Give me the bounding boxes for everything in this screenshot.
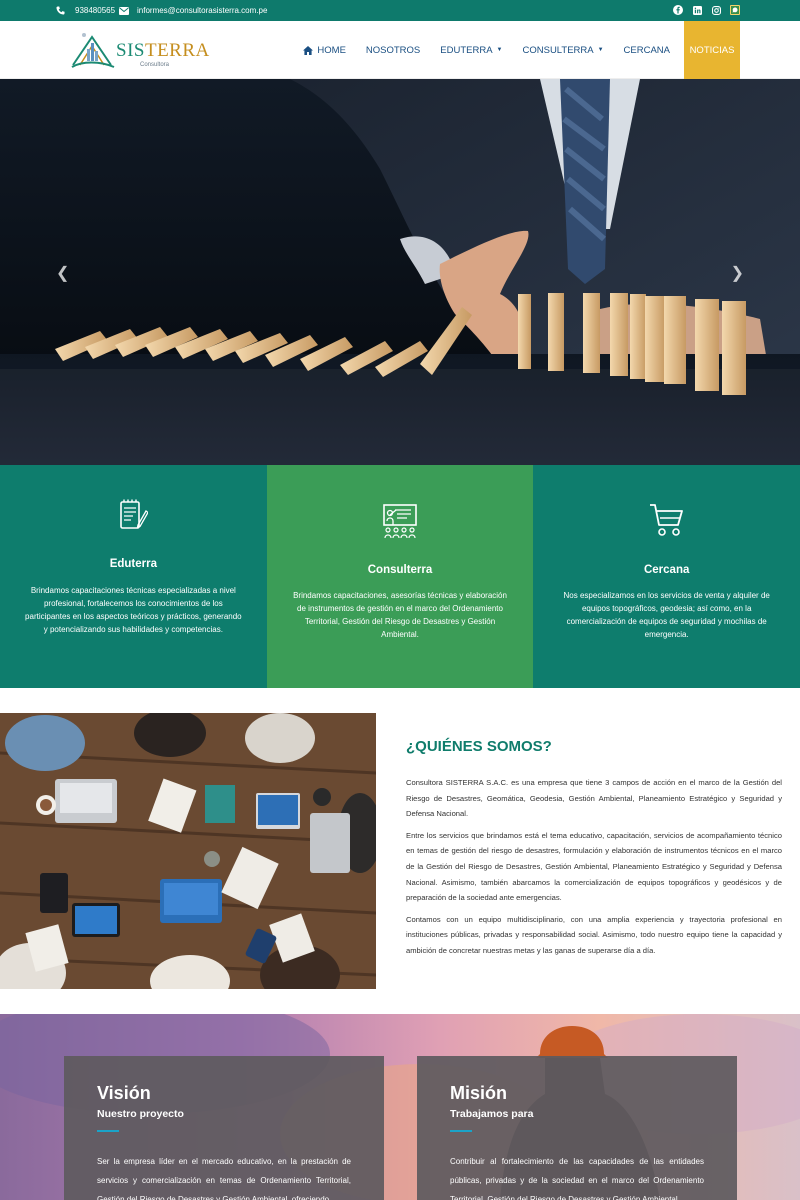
vision-card: Visión Nuestro proyecto Ser la empresa l… [64,1056,384,1200]
top-bar: 938480565 informes@consultorasisterra.co… [0,0,800,21]
nav-eduterra-label: EDUTERRA [440,44,493,56]
vision-mission-section: Visión Nuestro proyecto Ser la empresa l… [0,1014,800,1200]
service-title: Eduterra [109,558,157,570]
sisterra-logo[interactable]: SISTERRA Consultora [70,29,209,71]
phone-number: 938480565 [75,6,116,15]
nav-cercana[interactable]: CERCANA [614,21,680,79]
site-header: SISTERRA Consultora HOME NOSOTROS EDUTER… [0,21,800,79]
linkedin-icon[interactable] [692,5,702,15]
nav-consulterra[interactable]: CONSULTERRA ▼ [513,21,614,79]
presentation-board-icon [383,504,417,539]
mission-text: Contribuir al fortalecimiento de las cap… [450,1157,704,1200]
nav-eduterra[interactable]: EDUTERRA ▼ [430,21,512,79]
hero-image-dominoes [0,79,800,465]
nav-home[interactable]: HOME [293,21,356,79]
service-description: Nos especializamos en los servicios de v… [563,591,770,639]
team-meeting-image [0,713,376,989]
service-description: Brindamos capacitaciones técnicas especi… [25,586,242,634]
logo-subtitle: Consultora [140,62,170,68]
nav-home-label: HOME [317,44,346,56]
envelope-icon [119,6,129,15]
service-card-cercana[interactable]: Cercana Nos especializamos en los servic… [533,465,800,688]
logo-mountain-icon [71,33,115,68]
nav-noticias[interactable]: NOTICIAS [684,21,740,79]
about-paragraph: Entre los servicios que brindamos está e… [406,830,782,903]
mission-accent-bar [450,1130,472,1132]
vision-accent-bar [97,1130,119,1132]
about-paragraph: Consultora SISTERRA S.A.C. es una empres… [406,778,782,819]
email-address: informes@consultorasisterra.com.pe [137,6,268,15]
about-paragraph: Contamos con un equipo multidisciplinari… [406,914,782,955]
slider-next-arrow-icon[interactable]: ❯ [731,263,744,283]
phone-icon [56,6,65,15]
vision-subtitle: Nuestro proyecto [97,1108,184,1120]
facebook-icon[interactable] [673,5,683,15]
mission-subtitle: Trabajamos para [450,1108,534,1120]
services-section: Eduterra Brindamos capacitaciones técnic… [0,465,800,688]
about-section: ¿QUIÉNES SOMOS? Consultora SISTERRA S.A.… [406,738,782,965]
about-team-photo [0,713,376,989]
service-description: Brindamos capacitaciones, asesorías técn… [293,591,507,639]
nav-nosotros[interactable]: NOSOTROS [356,21,430,79]
home-icon [303,45,314,55]
notepad-pencil-icon [120,499,149,529]
email-contact[interactable]: informes@consultorasisterra.com.pe [119,0,267,21]
social-links [673,5,740,15]
whatsapp-icon[interactable] [730,5,740,15]
service-title: Cercana [643,564,690,576]
chevron-down-icon: ▼ [496,47,503,53]
instagram-icon[interactable] [711,5,721,15]
mission-title: Misión [450,1083,507,1103]
vision-title: Visión [97,1083,151,1103]
about-title: ¿QUIÉNES SOMOS? [406,738,552,755]
nav-nosotros-label: NOSOTROS [365,44,421,56]
hero-slider: ❮ ❯ [0,79,800,465]
chevron-down-icon: ▼ [597,47,604,53]
logo-wordmark: SISTERRA [116,40,210,61]
service-card-eduterra[interactable]: Eduterra Brindamos capacitaciones técnic… [0,465,267,688]
nav-consulterra-label: CONSULTERRA [522,44,594,56]
service-title: Consulterra [367,564,433,576]
main-nav: HOME NOSOTROS EDUTERRA ▼ CONSULTERRA ▼ CER… [293,21,800,79]
nav-cercana-label: CERCANA [623,44,670,56]
phone-contact[interactable]: 938480565 [56,0,115,21]
service-card-consulterra[interactable]: Consulterra Brindamos capacitaciones, as… [266,465,534,688]
vision-text: Ser la empresa líder en el mercado educa… [97,1157,351,1200]
nav-noticias-label: NOTICIAS [689,44,735,56]
shopping-cart-icon [649,504,683,536]
slider-prev-arrow-icon[interactable]: ❮ [56,263,69,283]
mission-card: Misión Trabajamos para Contribuir al for… [417,1056,737,1200]
